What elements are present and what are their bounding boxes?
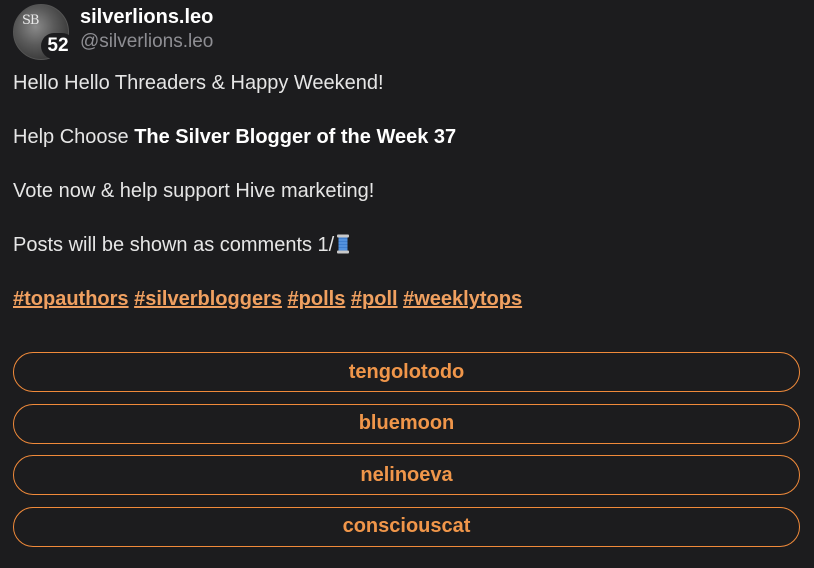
poll-option-button[interactable]: tengolotodo [13, 352, 800, 392]
hashtag-link[interactable]: #silverbloggers [134, 288, 282, 310]
avatar-monogram: SB [22, 13, 39, 28]
author-handle[interactable]: @silverlions.leo [80, 29, 213, 55]
hashtag-link[interactable]: #weeklytops [403, 288, 522, 310]
post-body: Hello Hello Threaders & Happy Weekend! H… [13, 66, 801, 336]
post-line-help-choose: Help Choose The Silver Blogger of the We… [13, 120, 801, 154]
comments-text: Posts will be shown as comments 1/ [13, 234, 335, 256]
avatar-container[interactable]: SB 52 [13, 4, 75, 62]
post-line-comments: Posts will be shown as comments 1/ [13, 228, 801, 262]
poll-option-button[interactable]: consciouscat [13, 506, 800, 547]
hashtag-link[interactable]: #topauthors [13, 288, 129, 310]
help-choose-prefix: Help Choose [13, 126, 135, 148]
post-header: SB 52 silverlions.leo @silverlions.leo [13, 4, 213, 62]
post-hashtags: #topauthors #silverbloggers #polls #poll… [13, 282, 801, 316]
poll-option-button[interactable]: nelinoeva [13, 455, 800, 495]
hashtag-link[interactable]: #polls [288, 288, 346, 310]
poll: tengolotodo bluemoon nelinoeva conscious… [13, 352, 800, 558]
thread-post: SB 52 silverlions.leo @silverlions.leo H… [0, 0, 814, 568]
help-choose-title: The Silver Blogger of the Week 37 [134, 126, 457, 148]
spool-of-thread-icon [336, 231, 350, 254]
author-names: silverlions.leo @silverlions.leo [80, 5, 213, 55]
hashtag-link[interactable]: #poll [351, 288, 398, 310]
post-line-vote: Vote now & help support Hive marketing! [13, 180, 375, 202]
post-line-greeting: Hello Hello Threaders & Happy Weekend! [13, 72, 384, 94]
reputation-badge: 52 [41, 33, 75, 59]
author-display-name[interactable]: silverlions.leo [80, 5, 213, 29]
poll-option-button[interactable]: bluemoon [13, 403, 800, 444]
